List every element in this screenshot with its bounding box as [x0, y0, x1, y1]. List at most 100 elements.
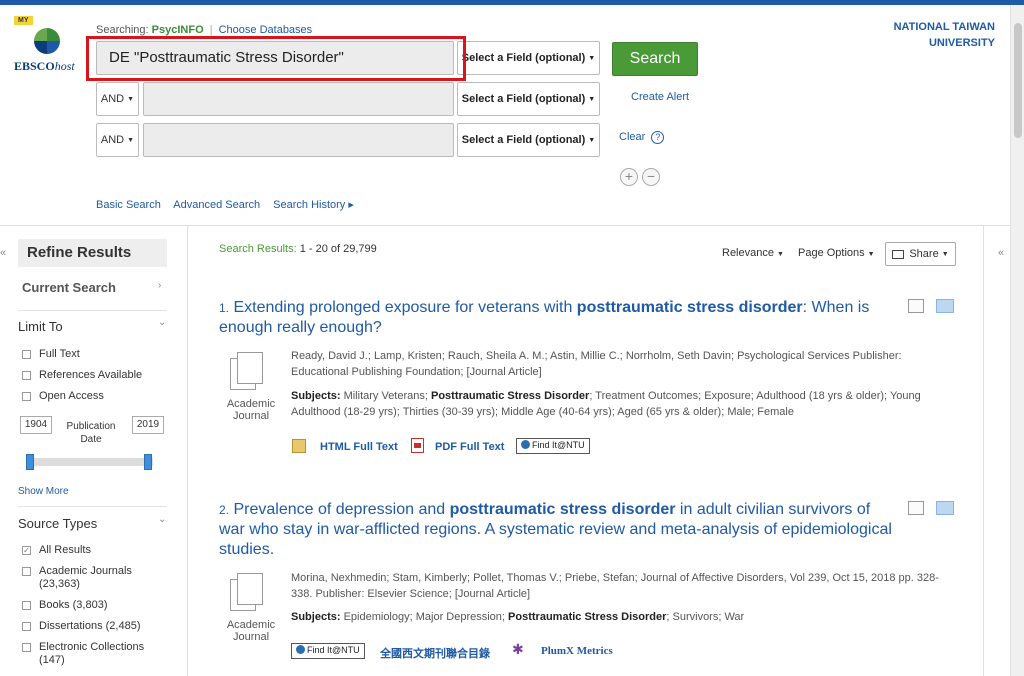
checkbox[interactable]: [22, 601, 31, 610]
refine-results-title: Refine Results: [18, 239, 167, 267]
preview-magnify-icon[interactable]: [908, 299, 924, 313]
slider-handle-start[interactable]: [26, 454, 34, 470]
sort-relevance-dropdown[interactable]: Relevance ▼: [722, 247, 784, 259]
page-options-dropdown[interactable]: Page Options ▼: [798, 247, 875, 259]
search-row-2: AND ▼ Select a Field (optional) ▼: [96, 82, 600, 116]
find-it-icon: [296, 645, 305, 654]
checkbox[interactable]: [22, 392, 31, 401]
boolean-operator-select-2[interactable]: AND ▼: [96, 82, 139, 116]
result-subjects-1: Subjects: Military Veterans; Posttraumat…: [291, 390, 921, 418]
search-term-input-3[interactable]: [143, 123, 454, 157]
publication-date-label: Publication Date: [66, 421, 116, 445]
chevron-right-icon[interactable]: ›: [158, 280, 161, 291]
basic-search-link[interactable]: Basic Search: [96, 199, 161, 211]
source-type-item[interactable]: Dissertations (2,485): [22, 620, 152, 633]
add-to-folder-icon[interactable]: [936, 299, 954, 313]
year-to-input[interactable]: 2019: [132, 416, 164, 434]
boolean-operator-select-3[interactable]: AND ▼: [96, 123, 139, 157]
checkbox[interactable]: [22, 567, 31, 576]
search-history-link[interactable]: Search History ▸: [273, 199, 354, 211]
current-search-toggle[interactable]: Current Search: [22, 280, 116, 295]
highlight-annotation-box: [86, 36, 466, 81]
header-divider: [0, 225, 1010, 226]
add-to-folder-icon[interactable]: [936, 501, 954, 515]
add-row-button[interactable]: +: [620, 168, 638, 186]
result-citation-1: Ready, David J.; Lamp, Kristen; Rauch, S…: [291, 350, 902, 378]
source-type-item[interactable]: ✓ All Results: [22, 544, 152, 557]
find-it-ntu-button[interactable]: Find It@NTU: [291, 643, 365, 659]
find-it-ntu-button[interactable]: Find It@NTU: [516, 438, 590, 454]
field-select-1[interactable]: Select a Field (optional) ▼: [457, 41, 600, 75]
ebscohost-logo[interactable]: MY EBSCOhost: [12, 16, 84, 76]
pdf-full-text-link[interactable]: PDF Full Text: [435, 441, 504, 453]
union-catalog-link[interactable]: 全國西文期刊聯合目錄: [380, 645, 490, 661]
chevron-down-icon[interactable]: ⌄: [158, 317, 166, 328]
result-title-2[interactable]: 2. Prevalence of depression and posttrau…: [219, 500, 899, 560]
checkbox[interactable]: [22, 371, 31, 380]
publication-type-label: Academic Journal: [226, 619, 276, 643]
chevron-down-icon: ▼: [127, 95, 135, 103]
page-scrollbar[interactable]: [1010, 5, 1024, 676]
publication-type-label: Academic Journal: [226, 398, 276, 422]
share-icon: [892, 249, 905, 259]
result-title-1[interactable]: 1. Extending prolonged exposure for vete…: [219, 298, 899, 338]
advanced-search-link[interactable]: Advanced Search: [173, 199, 260, 211]
search-results-count: Search Results: 1 - 20 of 29,799: [219, 243, 377, 255]
result-subjects-2: Subjects: Epidemiology; Major Depression…: [291, 611, 745, 623]
chevron-down-icon[interactable]: ⌄: [158, 514, 166, 525]
limit-references-checkbox[interactable]: References Available: [22, 369, 142, 382]
source-type-item[interactable]: Books (3,803): [22, 599, 152, 612]
html-full-text-icon[interactable]: [292, 439, 306, 453]
create-alert-link[interactable]: Create Alert: [631, 91, 689, 103]
database-name[interactable]: PsycINFO: [152, 24, 204, 36]
source-type-item[interactable]: Electronic Collections (147): [22, 641, 152, 667]
limit-open-access-checkbox[interactable]: Open Access: [22, 390, 104, 403]
chevron-down-icon: ▼: [867, 251, 875, 258]
plumx-metrics-link[interactable]: PlumX Metrics: [541, 645, 613, 657]
chevron-down-icon: ▼: [588, 95, 596, 103]
field-select-3[interactable]: Select a Field (optional) ▼: [457, 123, 600, 157]
result-citation-2: Morina, Nexhmedin; Stam, Kimberly; Polle…: [291, 572, 939, 600]
chevron-down-icon: ▼: [127, 136, 135, 144]
academic-journal-icon: [230, 573, 270, 617]
slider-handle-end[interactable]: [144, 454, 152, 470]
search-term-input-2[interactable]: [143, 82, 454, 116]
checkbox-checked[interactable]: ✓: [22, 546, 31, 555]
choose-databases-link[interactable]: Choose Databases: [219, 24, 313, 36]
plumx-icon[interactable]: ✱: [512, 641, 524, 658]
search-button[interactable]: Search: [612, 42, 698, 76]
academic-journal-icon: [230, 352, 270, 396]
source-types-header[interactable]: Source Types: [18, 516, 97, 531]
chevron-down-icon: ▼: [941, 250, 949, 258]
searching-label: Searching:: [96, 24, 149, 36]
source-type-item[interactable]: Academic Journals (23,363): [22, 565, 152, 591]
limit-full-text-checkbox[interactable]: Full Text: [22, 348, 80, 361]
institution-name: NATIONAL TAIWAN UNIVERSITY: [893, 21, 995, 49]
chevron-down-icon: ▼: [588, 54, 596, 62]
remove-row-button[interactable]: −: [642, 168, 660, 186]
collapse-right-panel-icon[interactable]: «: [998, 247, 1004, 259]
show-more-link[interactable]: Show More: [18, 486, 69, 497]
preview-magnify-icon[interactable]: [908, 501, 924, 515]
top-accent-bar: [0, 0, 1024, 5]
field-select-2[interactable]: Select a Field (optional) ▼: [457, 82, 600, 116]
year-from-input[interactable]: 1904: [20, 416, 52, 434]
publication-date-slider[interactable]: [26, 454, 153, 470]
limit-to-header[interactable]: Limit To: [18, 319, 63, 334]
search-mode-links: Basic Search Advanced Search Search Hist…: [96, 198, 364, 211]
help-icon[interactable]: ?: [651, 131, 665, 144]
html-full-text-link[interactable]: HTML Full Text: [320, 441, 398, 453]
my-badge: MY: [14, 16, 33, 25]
share-button[interactable]: Share ▼: [885, 242, 956, 266]
checkbox[interactable]: [22, 643, 31, 652]
checkbox[interactable]: [22, 622, 31, 631]
find-it-icon: [521, 440, 530, 449]
scrollbar-thumb[interactable]: [1014, 23, 1022, 138]
ebsco-globe-icon: [34, 28, 60, 54]
checkbox[interactable]: [22, 350, 31, 359]
clear-link[interactable]: Clear?: [619, 131, 665, 144]
chevron-down-icon: ▼: [588, 136, 596, 144]
pdf-icon[interactable]: [411, 438, 424, 453]
search-row-3: AND ▼ Select a Field (optional) ▼: [96, 123, 600, 157]
collapse-left-panel-icon[interactable]: «: [0, 247, 6, 259]
